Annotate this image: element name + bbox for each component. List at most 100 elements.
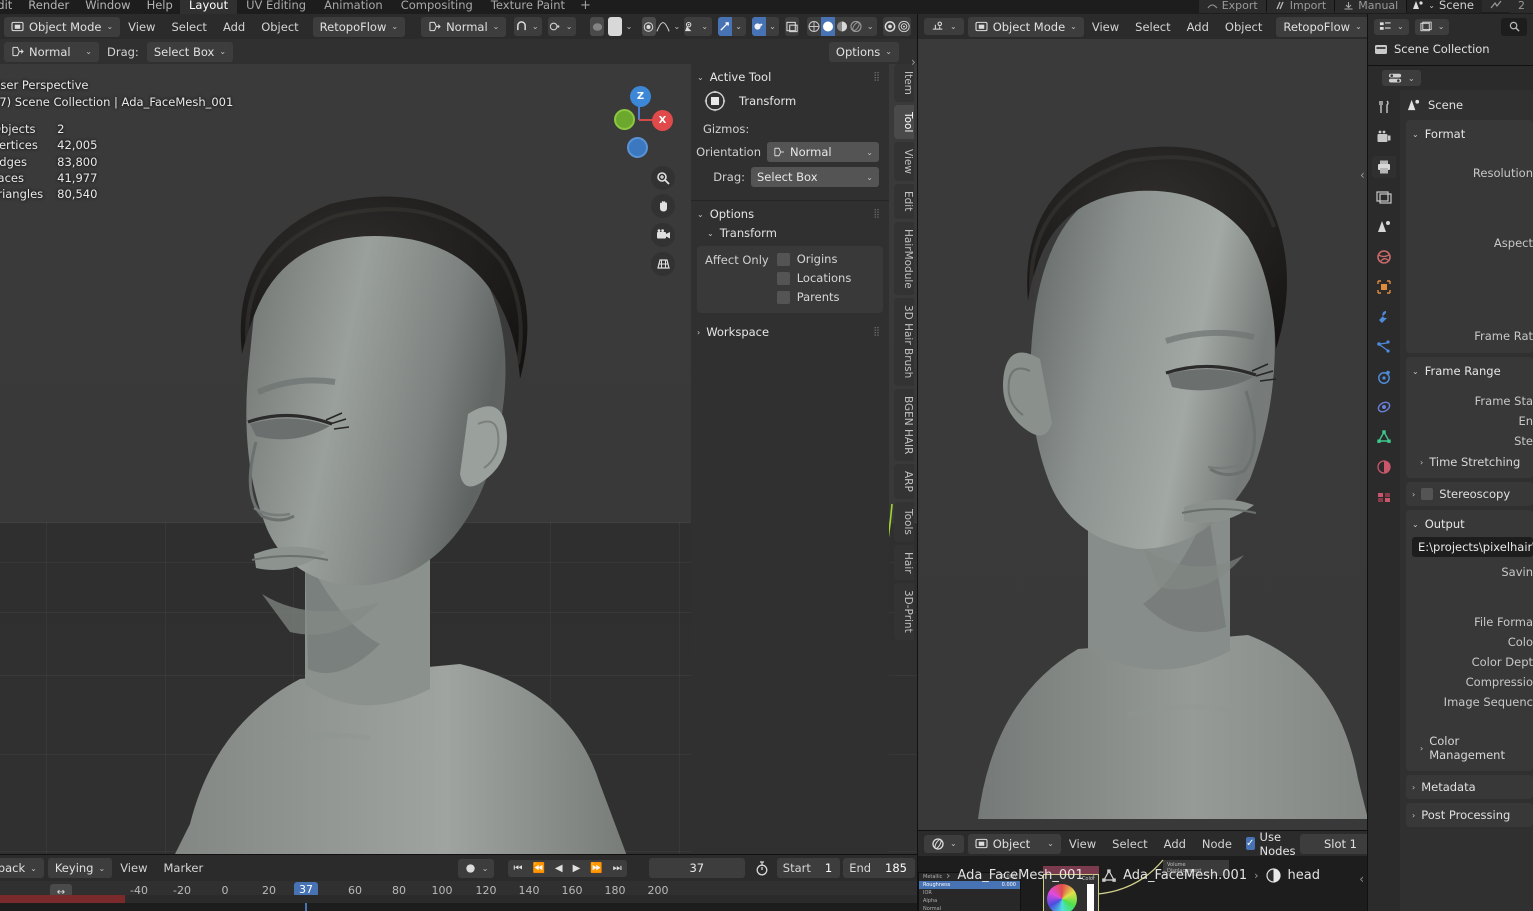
current-frame-field[interactable]: 37 bbox=[648, 858, 745, 878]
checkbox[interactable] bbox=[1421, 488, 1434, 500]
viewport-menu-select[interactable]: Select bbox=[163, 18, 214, 36]
panel-output-header[interactable]: ⌄ Output bbox=[1406, 515, 1533, 533]
x-ray-toggle[interactable] bbox=[590, 17, 605, 36]
checkbox[interactable] bbox=[776, 252, 790, 266]
properties-tab-modifiers[interactable] bbox=[1372, 306, 1396, 328]
sidebar-tab-3d-print[interactable]: 3D-Print bbox=[894, 583, 914, 641]
active-tool-panel-header[interactable]: ⌄ Active Tool ⣿ bbox=[691, 64, 889, 89]
menu-help[interactable]: Help bbox=[147, 0, 173, 12]
shader-menu-add[interactable]: Add bbox=[1156, 835, 1194, 853]
properties-tab-object[interactable] bbox=[1372, 276, 1396, 298]
properties-tab-particles[interactable] bbox=[1372, 336, 1396, 358]
color-wheel[interactable] bbox=[1047, 884, 1077, 911]
properties-tab-material[interactable] bbox=[1372, 456, 1396, 478]
rendered-shading-icon[interactable] bbox=[849, 17, 863, 36]
sidebar-tab-arp[interactable]: ARP bbox=[894, 464, 914, 499]
gizmo-axis-x[interactable]: X bbox=[652, 110, 673, 131]
properties-tab-texture[interactable] bbox=[1372, 486, 1396, 508]
editor-divider[interactable] bbox=[1368, 65, 1533, 66]
timeline-menu-view[interactable]: View bbox=[112, 859, 155, 877]
shader-editor-type-selector[interactable]: ⌄ bbox=[924, 834, 964, 853]
viewport-menu-view[interactable]: View bbox=[120, 18, 163, 36]
editor-divider[interactable] bbox=[917, 14, 918, 911]
expand-sidebar-icon[interactable]: › bbox=[911, 55, 916, 69]
workspace-tab-uv-editing[interactable]: UV Editing bbox=[237, 0, 315, 15]
breadcrumb-mesh[interactable]: Ada_FaceMesh.001 bbox=[1123, 868, 1247, 883]
keying-menu[interactable]: Keying ⌄ bbox=[47, 858, 113, 878]
chevron-down-icon[interactable]: ⌄ bbox=[766, 17, 780, 36]
auto-keying-toggle[interactable]: ⌄ bbox=[457, 858, 495, 878]
breadcrumb-object[interactable]: Ada_FaceMesh_001 bbox=[957, 868, 1083, 883]
zoom-icon[interactable] bbox=[651, 166, 675, 190]
chevron-down-icon[interactable]: ⌄ bbox=[528, 17, 542, 36]
outliner-filter[interactable]: ⌄ bbox=[1414, 18, 1450, 35]
editor-type-selector-2[interactable]: ⌄ bbox=[924, 18, 964, 35]
properties-tab-render[interactable] bbox=[1372, 126, 1396, 148]
viewport-shading-group[interactable]: ⌄ bbox=[807, 17, 878, 36]
manual-button[interactable]: Manual bbox=[1335, 0, 1407, 13]
overlays-icon[interactable] bbox=[897, 17, 911, 36]
sidebar-tab-bgen-hair[interactable]: BGEN HAIR bbox=[894, 388, 914, 462]
add-workspace-button[interactable]: + bbox=[574, 0, 597, 13]
search-input[interactable] bbox=[1501, 17, 1527, 36]
drag-dropdown[interactable]: Select Box ⌄ bbox=[751, 167, 879, 187]
workspace-tab-texture-paint[interactable]: Texture Paint bbox=[482, 0, 574, 15]
material-preview-shading-icon[interactable] bbox=[835, 17, 849, 36]
editor-divider[interactable] bbox=[0, 854, 917, 855]
properties-tab-constraints[interactable] bbox=[1372, 396, 1396, 418]
solid-shading-icon[interactable] bbox=[821, 17, 836, 36]
options-transform-subheader[interactable]: ⌄ Transform bbox=[691, 226, 889, 240]
menu-edit[interactable]: Edit bbox=[0, 0, 12, 12]
gizmo-axis-neg-z[interactable] bbox=[627, 137, 648, 158]
properties-editor-type[interactable]: ⌄ bbox=[1382, 70, 1421, 86]
check-parents[interactable]: Parents bbox=[776, 290, 852, 304]
shader-editor-canvas[interactable]: Metallic 0.000 Roughness 0.000 IOR Alpha N… bbox=[918, 856, 1368, 911]
viewport-menu-add[interactable]: Add bbox=[215, 18, 253, 36]
chevron-down-icon[interactable]: ⌄ bbox=[562, 17, 576, 36]
properties-tab-data[interactable] bbox=[1372, 426, 1396, 448]
proportional-icon[interactable] bbox=[751, 17, 766, 36]
gizmo-icon[interactable] bbox=[883, 17, 897, 36]
navigation-gizmo[interactable]: Z X bbox=[604, 82, 674, 158]
playback-menu[interactable]: yback ⌄ bbox=[0, 858, 44, 878]
jump-to-end-button[interactable]: ⏭ bbox=[608, 860, 627, 877]
sidebar-tab-tool[interactable]: Tool bbox=[894, 104, 914, 140]
scene-selector[interactable]: ⌄ Scene bbox=[1407, 0, 1482, 13]
properties-tab-tool[interactable] bbox=[1372, 96, 1396, 118]
editor-type-selector[interactable]: Object Mode ⌄ bbox=[4, 16, 121, 37]
transform-orientation-selector[interactable]: Normal ⌄ bbox=[421, 16, 507, 37]
camera-icon[interactable] bbox=[651, 223, 675, 247]
gizmo-toggle-group[interactable] bbox=[883, 17, 911, 36]
workspace-tab-animation[interactable]: Animation bbox=[315, 0, 392, 15]
jump-to-prev-keyframe-button[interactable]: ⏪ bbox=[527, 860, 549, 877]
output-path-field[interactable]: E:\projects\pixelhair\m bbox=[1412, 537, 1533, 557]
shader-menu-select[interactable]: Select bbox=[1104, 835, 1155, 853]
visibility-group[interactable]: ⌄ bbox=[683, 17, 712, 36]
proportional-toggle-group[interactable]: ⌄ bbox=[751, 17, 780, 36]
drag-handle[interactable]: ⣿ bbox=[873, 209, 881, 219]
chevron-down-icon[interactable]: ⌄ bbox=[732, 17, 746, 36]
panel-metadata[interactable]: › Metadata bbox=[1406, 775, 1533, 799]
menu-window[interactable]: Window bbox=[85, 0, 130, 12]
workspace-tab-compositing[interactable]: Compositing bbox=[392, 0, 482, 15]
magnet-snap-icon[interactable] bbox=[717, 17, 732, 36]
subpanel-color-management[interactable]: › Color Management bbox=[1406, 730, 1533, 764]
view-layer-selector[interactable] bbox=[1482, 0, 1510, 12]
viewport2-menu-add[interactable]: Add bbox=[1179, 18, 1217, 36]
play-button[interactable]: ▶ bbox=[568, 860, 586, 877]
options-panel-header[interactable]: ⌄ Options ⣿ bbox=[691, 201, 889, 226]
checkbox[interactable] bbox=[776, 290, 790, 304]
sidebar-tab-item[interactable]: Item bbox=[894, 64, 914, 102]
proportional-edit-group[interactable]: ⌄ bbox=[548, 17, 577, 36]
jump-to-next-keyframe-button[interactable]: ⏩ bbox=[585, 860, 607, 877]
viewport2-menu-object[interactable]: Object bbox=[1217, 18, 1270, 36]
mode-selector-2[interactable]: Object Mode ⌄ bbox=[967, 16, 1084, 37]
import-button[interactable]: Import bbox=[1266, 0, 1335, 13]
gizmo-axis-y[interactable] bbox=[614, 109, 635, 130]
properties-tab-output[interactable] bbox=[1372, 156, 1396, 178]
sidebar-tab-hairmodule[interactable]: HairModule bbox=[894, 221, 914, 296]
chevron-down-icon[interactable]: ⌄ bbox=[622, 17, 636, 36]
play-reverse-button[interactable]: ◀ bbox=[550, 860, 568, 877]
sidebar-tab-3d-hair-brush[interactable]: 3D Hair Brush bbox=[894, 298, 914, 386]
outliner-row-scene-collection[interactable]: Scene Collection bbox=[1368, 39, 1533, 59]
